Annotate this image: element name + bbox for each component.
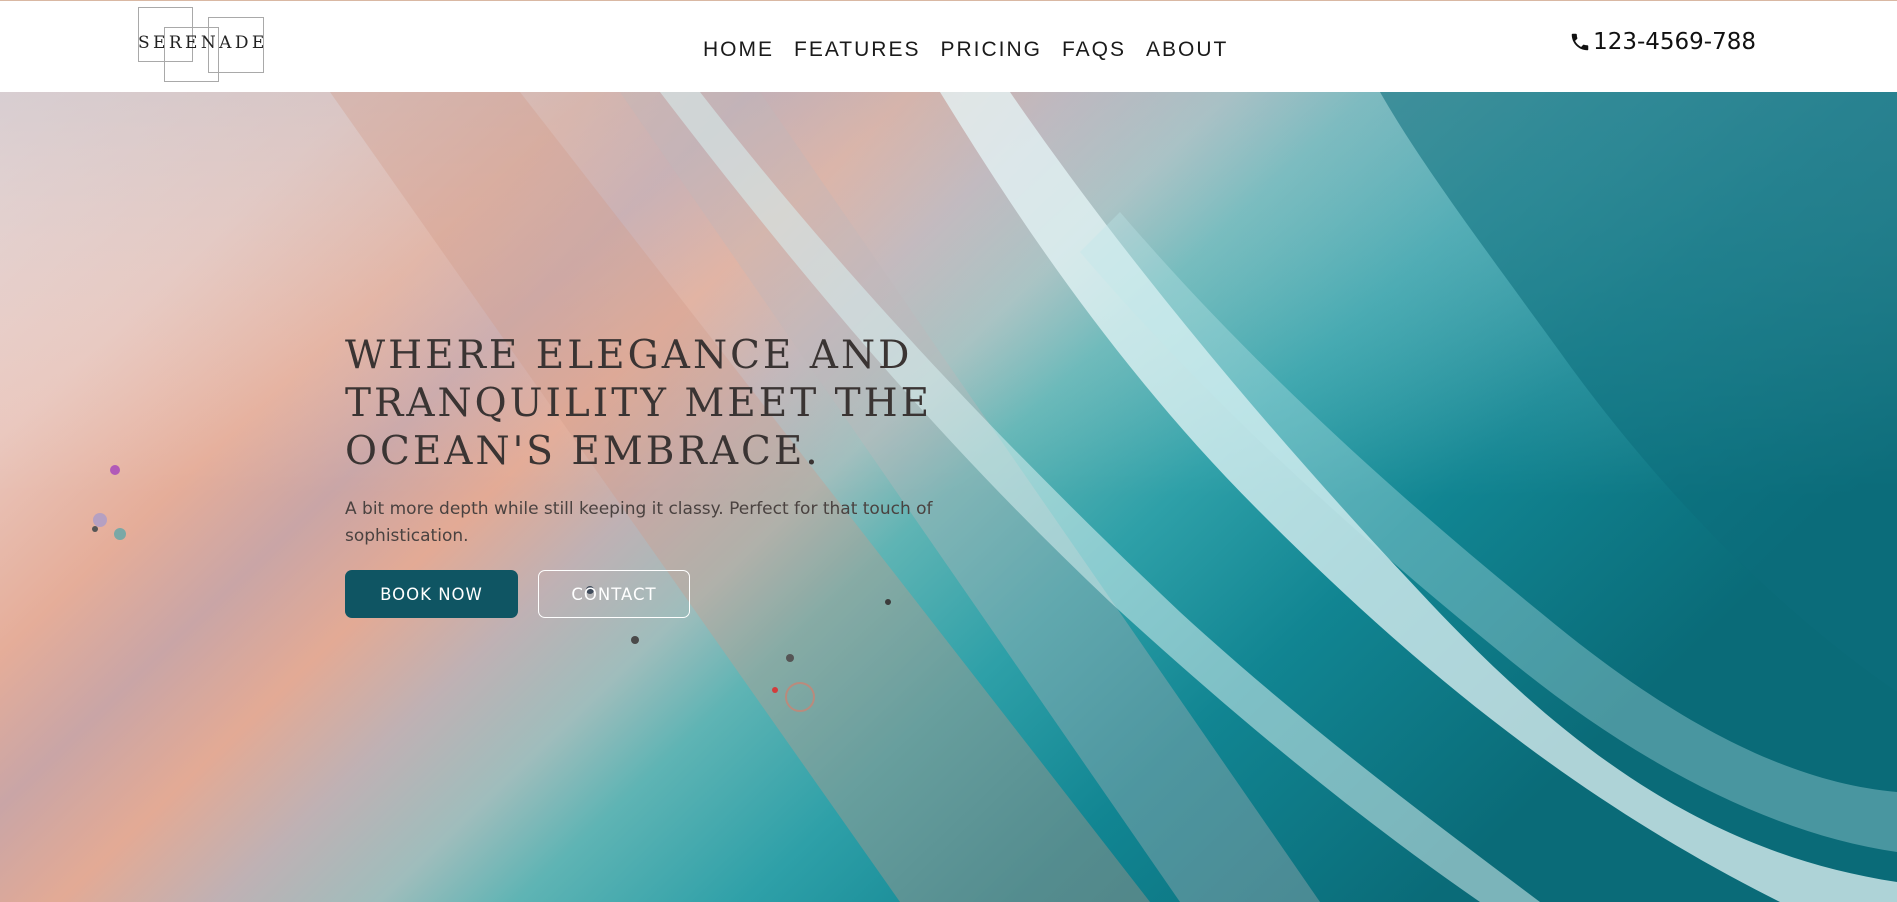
nav-about[interactable]: ABOUT xyxy=(1146,39,1228,60)
contact-button[interactable]: CONTACT xyxy=(538,570,690,618)
phone-number: 123-4569-788 xyxy=(1593,29,1756,55)
nav-home[interactable]: HOME xyxy=(703,39,774,60)
hero-title-line: OCEAN'S EMBRACE. xyxy=(345,429,821,474)
hero-title-line: WHERE ELEGANCE AND xyxy=(345,333,913,378)
phone-link[interactable]: 123-4569-788 xyxy=(1569,29,1756,55)
landing-page: SERENADE HOME FEATURES PRICING FAQS ABOU… xyxy=(0,0,1897,902)
hero-content: WHERE ELEGANCE AND TRANQUILITY MEET THE … xyxy=(345,332,965,618)
hero-subtitle: A bit more depth while still keeping it … xyxy=(345,499,933,546)
hero-section: WHERE ELEGANCE AND TRANQUILITY MEET THE … xyxy=(0,92,1897,902)
nav-pricing[interactable]: PRICING xyxy=(940,39,1042,60)
hero-title: WHERE ELEGANCE AND TRANQUILITY MEET THE … xyxy=(345,332,965,476)
site-header: SERENADE HOME FEATURES PRICING FAQS ABOU… xyxy=(0,0,1897,92)
hero-buttons: BOOK NOW CONTACT xyxy=(345,570,965,618)
nav-features[interactable]: FEATURES xyxy=(794,39,920,60)
nav-faqs[interactable]: FAQS xyxy=(1062,39,1126,60)
hero-title-line: TRANQUILITY MEET THE xyxy=(345,381,933,426)
logo-text: SERENADE xyxy=(138,33,268,53)
phone-icon xyxy=(1569,31,1591,53)
main-nav: HOME FEATURES PRICING FAQS ABOUT xyxy=(703,37,1228,61)
book-now-button[interactable]: BOOK NOW xyxy=(345,570,518,618)
logo[interactable]: SERENADE xyxy=(138,7,264,83)
